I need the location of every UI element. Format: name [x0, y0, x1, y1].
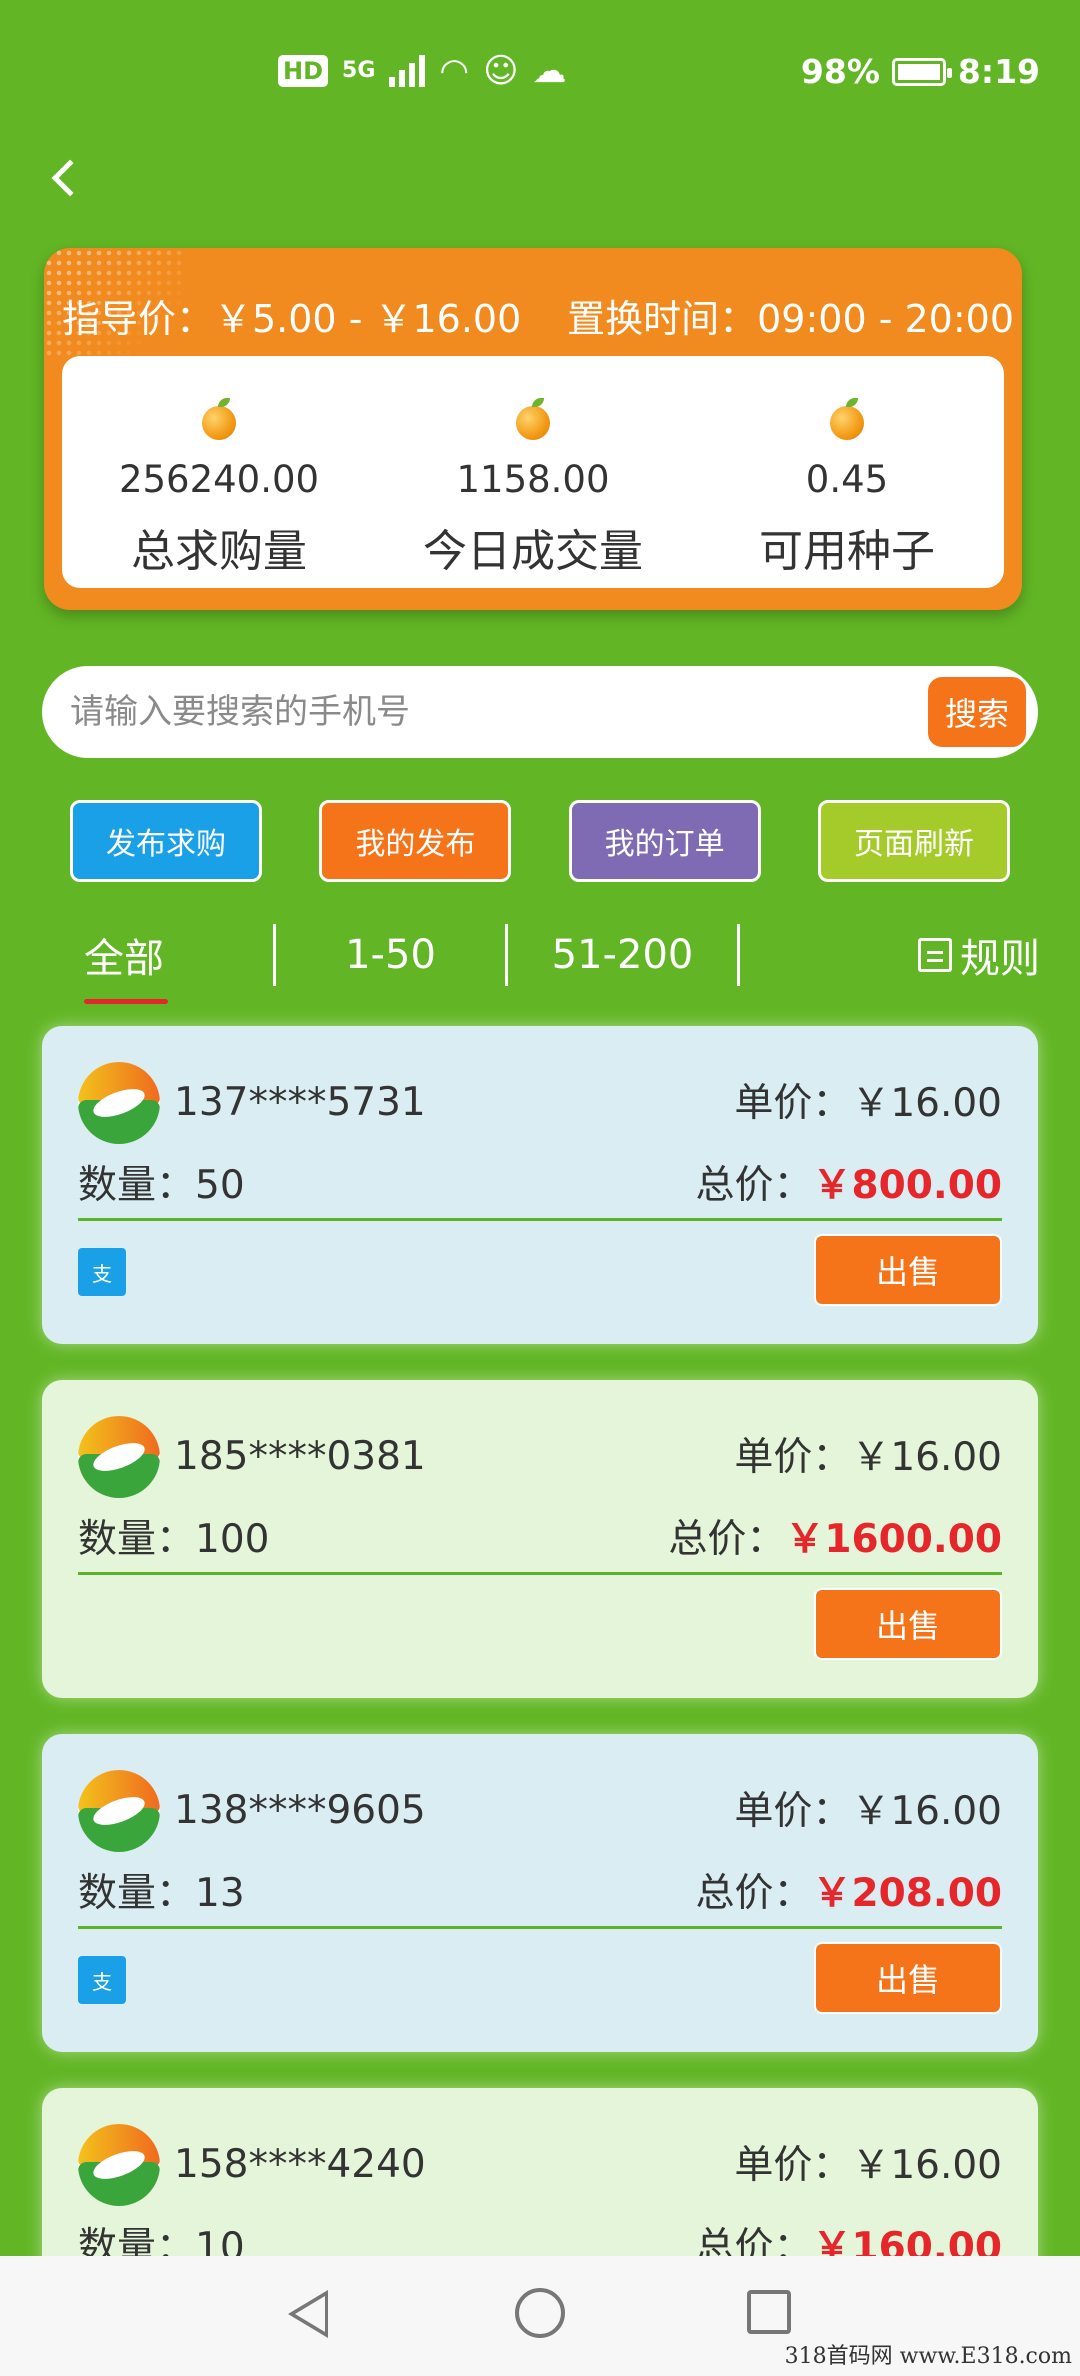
my-orders-button[interactable]: 我的订单	[568, 800, 761, 882]
orange-fruit-icon	[830, 398, 864, 440]
status-bar: HD 5G ◠ ☺ ☁ 98% 8:19	[0, 0, 1080, 150]
qq-icon: ☺	[483, 51, 519, 91]
seller-phone: 185****0381	[174, 1434, 426, 1479]
total-price-value: ￥1600.00	[785, 1517, 1002, 1562]
stat-today-volume: 1158.00 今日成交量	[376, 356, 690, 588]
unit-price: 单价：￥16.00	[734, 1789, 1002, 1834]
seller-phone: 158****4240	[174, 2142, 426, 2187]
alipay-icon: 支	[78, 1248, 126, 1296]
total-price: 总价：￥1600.00	[668, 1517, 1002, 1562]
stat-label: 总求购量	[131, 526, 307, 577]
orange-fruit-icon	[202, 398, 236, 440]
wechat-icon: ☁	[532, 51, 567, 91]
sell-button[interactable]: 出售	[814, 1234, 1002, 1306]
unit-price: 单价：￥16.00	[734, 1435, 1002, 1480]
unit-price: 单价：￥16.00	[734, 2143, 1002, 2188]
stat-label: 今日成交量	[423, 526, 643, 577]
signal-icon	[389, 55, 426, 87]
avatar-logo-icon	[78, 2124, 160, 2206]
nav-recents-icon[interactable]	[747, 2290, 791, 2334]
info-header: 指导价：￥5.00 - ￥16.00 置换时间：09:00 - 20:00	[62, 288, 1014, 343]
network-type: 5G	[342, 58, 376, 83]
stats-panel: 256240.00 总求购量 1158.00 今日成交量 0.45 可用种子	[62, 356, 1004, 588]
quantity: 数量：13	[78, 1871, 245, 1916]
search-button[interactable]: 搜索	[928, 677, 1026, 747]
filter-tabs: 全部 1-50 51-200 规则	[44, 915, 1040, 1004]
unit-price: 单价：￥16.00	[734, 1081, 1002, 1126]
sell-button[interactable]: 出售	[814, 1942, 1002, 2014]
stat-label: 可用种子	[759, 526, 935, 577]
total-price: 总价：￥800.00	[695, 1163, 1003, 1208]
edit-note-icon	[918, 938, 952, 972]
total-price-value: ￥800.00	[812, 1163, 1003, 1208]
publish-request-button[interactable]: 发布求购	[70, 800, 262, 882]
phone-search-input[interactable]	[70, 692, 928, 732]
stat-value: 0.45	[805, 458, 889, 501]
tab-1-50[interactable]: 1-50	[276, 932, 505, 978]
wifi-icon: ◠	[439, 51, 470, 91]
avatar-logo-icon	[78, 1416, 160, 1498]
search-bar: 搜索	[42, 666, 1038, 758]
hd-icon: HD	[278, 55, 329, 87]
refresh-page-button[interactable]: 页面刷新	[817, 800, 1010, 882]
status-icons: HD 5G ◠ ☺ ☁	[278, 54, 567, 88]
seller-phone: 138****9605	[174, 1788, 426, 1833]
quantity: 数量：50	[78, 1163, 245, 1208]
orange-fruit-icon	[516, 398, 550, 440]
stat-value: 256240.00	[118, 458, 320, 501]
quantity: 数量：100	[78, 1517, 270, 1562]
divider	[78, 1218, 1002, 1221]
rules-label: 规则	[960, 936, 1040, 982]
nav-home-icon[interactable]	[515, 2288, 565, 2338]
stat-value: 1158.00	[456, 458, 610, 501]
alipay-icon: 支	[78, 1956, 126, 2004]
listing-card: 137****5731 单价：￥16.00 数量：50 总价：￥800.00 支…	[42, 1026, 1038, 1344]
watermark: 318首码网 www.E318.com	[784, 2344, 1072, 2369]
guide-price: 指导价：￥5.00 - ￥16.00	[62, 297, 522, 341]
avatar-logo-icon	[78, 1770, 160, 1852]
action-buttons: 发布求购 我的发布 我的订单 页面刷新	[70, 800, 1010, 882]
system-nav-bar: 318首码网 www.E318.com	[0, 2256, 1080, 2376]
battery-percent: 98%	[800, 52, 880, 91]
total-price: 总价：￥208.00	[695, 1871, 1003, 1916]
my-posts-button[interactable]: 我的发布	[319, 800, 512, 882]
battery-icon	[891, 57, 952, 86]
stat-total-demand: 256240.00 总求购量	[62, 356, 376, 588]
chevron-left-icon	[51, 159, 89, 197]
total-price-value: ￥208.00	[812, 1871, 1003, 1916]
listing-card: 185****0381 单价：￥16.00 数量：100 总价：￥1600.00…	[42, 1380, 1038, 1698]
nav-back-icon[interactable]	[288, 2290, 328, 2338]
sell-button[interactable]: 出售	[814, 1588, 1002, 1660]
stat-available-seeds: 0.45 可用种子	[690, 356, 1004, 588]
clock: 8:19	[957, 52, 1040, 91]
tab-all[interactable]: 全部	[44, 926, 273, 1004]
rules-link[interactable]: 规则	[740, 926, 1040, 984]
status-right: 98% 8:19	[801, 52, 1040, 91]
exchange-time: 置换时间：09:00 - 20:00	[567, 297, 1014, 341]
divider	[78, 1926, 1002, 1929]
divider	[78, 1572, 1002, 1575]
back-button[interactable]	[40, 148, 89, 208]
market-info-card: 指导价：￥5.00 - ￥16.00 置换时间：09:00 - 20:00 25…	[44, 248, 1022, 610]
listing-card: 138****9605 单价：￥16.00 数量：13 总价：￥208.00 支…	[42, 1734, 1038, 2052]
tab-51-200[interactable]: 51-200	[508, 932, 737, 978]
avatar-logo-icon	[78, 1062, 160, 1144]
seller-phone: 137****5731	[174, 1080, 426, 1125]
